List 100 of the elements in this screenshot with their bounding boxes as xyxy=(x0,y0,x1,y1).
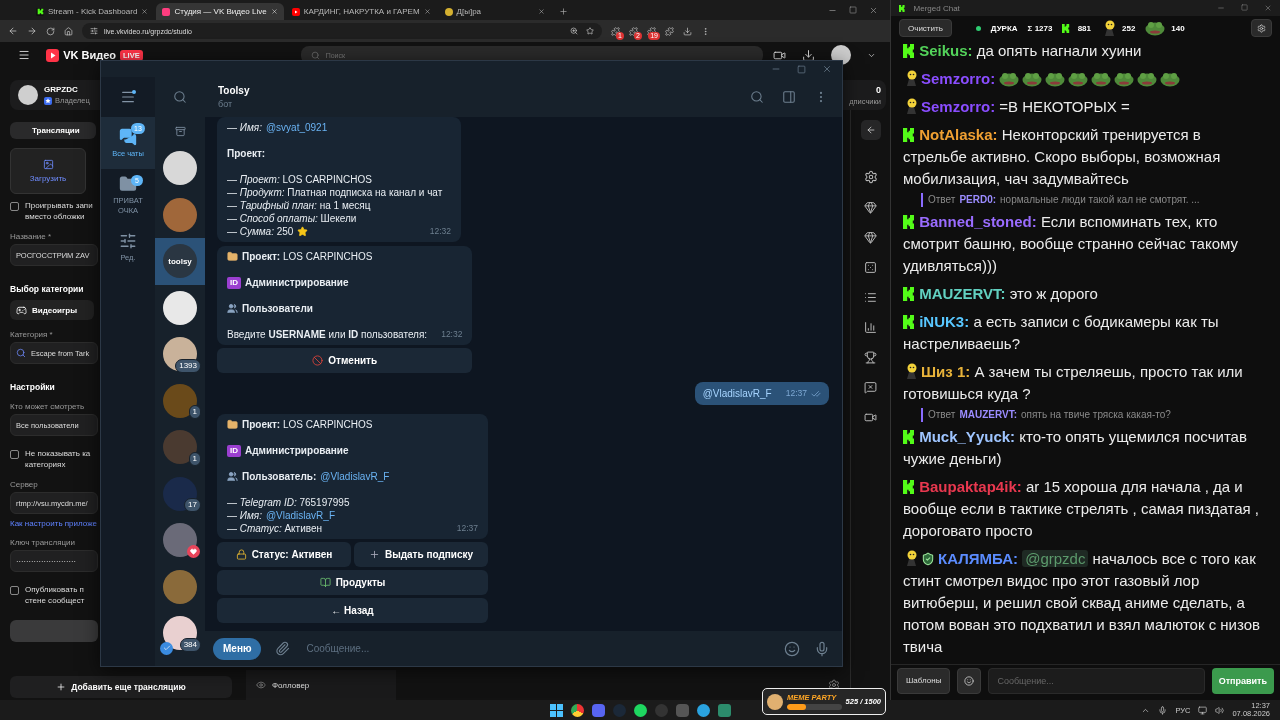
start-icon[interactable] xyxy=(549,703,563,717)
keyboard-button[interactable]: ← Назад xyxy=(217,598,488,623)
microphone-icon[interactable] xyxy=(814,640,830,657)
chat-item[interactable]: 384 xyxy=(155,610,205,657)
mention-link[interactable]: @VladislavR_F xyxy=(265,509,335,522)
home-icon[interactable] xyxy=(64,26,73,36)
menu-button[interactable]: Меню xyxy=(213,637,262,660)
settings-button[interactable] xyxy=(1251,19,1272,37)
chat-item[interactable]: 17 xyxy=(155,470,205,517)
users-icon xyxy=(227,471,238,482)
message-time: 12:37 xyxy=(785,387,807,400)
bookmark-icon[interactable] xyxy=(586,27,594,35)
forward-icon[interactable] xyxy=(27,26,37,36)
search-icon[interactable] xyxy=(173,90,187,104)
bar-chart-icon[interactable] xyxy=(864,321,877,334)
music-app-icon[interactable] xyxy=(633,703,647,717)
smiley-icon xyxy=(964,675,975,686)
message-text: Проект: LOS CARPINCHOS xyxy=(242,250,373,263)
close-icon[interactable] xyxy=(822,64,832,74)
snipping-icon[interactable] xyxy=(717,703,731,717)
browser-tab[interactable]: Д[ы]ра xyxy=(438,3,551,20)
back-icon[interactable] xyxy=(8,26,18,36)
menu-icon[interactable] xyxy=(701,26,710,36)
gem-icon[interactable] xyxy=(864,201,877,214)
close-icon[interactable] xyxy=(423,8,431,15)
category-chip[interactable]: Видеоигры xyxy=(10,300,94,320)
close-icon[interactable] xyxy=(869,5,878,15)
message-input[interactable]: Сообщение... xyxy=(304,642,770,655)
streams-tab[interactable]: Трансляции xyxy=(10,122,96,139)
keyboard-button[interactable]: Отменить xyxy=(217,348,473,373)
extensions-icon[interactable] xyxy=(665,26,674,36)
checkbox[interactable] xyxy=(10,450,19,459)
attach-icon[interactable] xyxy=(275,641,291,656)
keyboard-button[interactable]: Статус: Активен xyxy=(217,542,351,567)
back-button[interactable] xyxy=(860,120,881,140)
gamepad-icon xyxy=(16,304,27,316)
emoji-icon[interactable] xyxy=(784,640,800,657)
close-icon[interactable] xyxy=(537,8,545,15)
mention-link[interactable]: @svyat_0921 xyxy=(265,121,328,134)
chat-item[interactable]: 1 xyxy=(155,424,205,471)
chat-block-icon[interactable] xyxy=(864,381,877,394)
new-tab-icon[interactable] xyxy=(558,7,568,16)
mention-link[interactable]: @VladislavR_F xyxy=(320,470,390,483)
settings-icon[interactable] xyxy=(863,170,878,184)
star-icon xyxy=(297,226,309,237)
sidebar-icon[interactable] xyxy=(782,90,796,104)
extension-icon[interactable] xyxy=(629,26,638,36)
microphone-icon[interactable] xyxy=(1158,705,1168,715)
browser-icon[interactable] xyxy=(570,703,584,717)
avatar-photo xyxy=(163,430,197,465)
reload-icon[interactable] xyxy=(46,26,55,36)
menu-icon[interactable] xyxy=(120,89,136,105)
extension-icon[interactable] xyxy=(647,26,656,36)
avatar-logo: toolsy xyxy=(163,244,197,279)
templates-button[interactable]: Шаблоны xyxy=(897,667,951,694)
app-icon[interactable] xyxy=(675,703,689,717)
message-input[interactable]: Сообщение... xyxy=(988,667,1205,694)
checkbox[interactable] xyxy=(10,202,19,211)
keyboard-button[interactable]: Выдать подписку xyxy=(354,542,488,567)
close-icon[interactable] xyxy=(141,8,149,15)
download-icon[interactable] xyxy=(683,26,692,36)
close-icon[interactable] xyxy=(270,8,278,15)
chat-item[interactable]: toolsy xyxy=(155,238,205,285)
send-button[interactable]: Отправить xyxy=(1211,667,1274,694)
browser-tab[interactable]: КАРДИНГ, НАКРУТКА и ГАРЕМ xyxy=(285,3,437,20)
messenger-icon[interactable] xyxy=(696,703,710,717)
chat-app-icon[interactable] xyxy=(591,703,605,717)
emoji-button[interactable] xyxy=(957,667,982,694)
dice-icon[interactable] xyxy=(864,261,877,274)
menu-icon[interactable] xyxy=(18,48,31,62)
help-link[interactable]: Как настроить приложе xyxy=(10,519,97,528)
add-stream-button[interactable]: Добавить еще трансляцию xyxy=(10,676,232,698)
gem-icon[interactable] xyxy=(864,231,877,244)
speaker-icon[interactable] xyxy=(1215,705,1225,715)
search-icon[interactable] xyxy=(750,90,764,104)
extension-icon[interactable] xyxy=(611,26,620,36)
chat-item[interactable]: 1393 xyxy=(155,331,205,378)
close-icon[interactable] xyxy=(1264,4,1272,12)
upload-button[interactable]: Загрузить xyxy=(10,148,86,194)
browser-tab[interactable]: Stream - Kick Dashboard xyxy=(30,3,155,20)
id-emoji-icon: ID xyxy=(227,444,241,457)
archive-icon[interactable] xyxy=(174,125,186,137)
settings-icon[interactable] xyxy=(828,679,840,691)
chat-item[interactable]: 1 xyxy=(155,377,205,424)
chat-message: Banned_stoned: Если вспоминать тех, кто смотрит башню, вообще странно сейчас такому удивляться))) xyxy=(903,212,1239,276)
checkbox[interactable] xyxy=(10,586,19,595)
frog-emote-icon xyxy=(999,71,1020,87)
message-composer[interactable]: Меню Сообщение... xyxy=(205,631,842,666)
trophy-icon[interactable] xyxy=(864,351,877,364)
eye-icon xyxy=(256,680,266,690)
message-text: — Имя: xyxy=(227,509,262,522)
browser-tab[interactable]: Студия — VK Видео Live xyxy=(156,3,284,20)
mention-link[interactable]: @VladislavR_F xyxy=(702,387,772,400)
keyboard-button[interactable]: Продукты xyxy=(217,570,488,595)
monitor-icon[interactable] xyxy=(1198,705,1208,715)
message-text: — Telegram ID: 765197995 xyxy=(227,496,350,509)
list-icon[interactable] xyxy=(864,291,877,304)
maximize-icon[interactable] xyxy=(849,6,857,14)
video-icon[interactable] xyxy=(864,411,877,424)
clear-button[interactable]: Очистить xyxy=(899,19,952,37)
